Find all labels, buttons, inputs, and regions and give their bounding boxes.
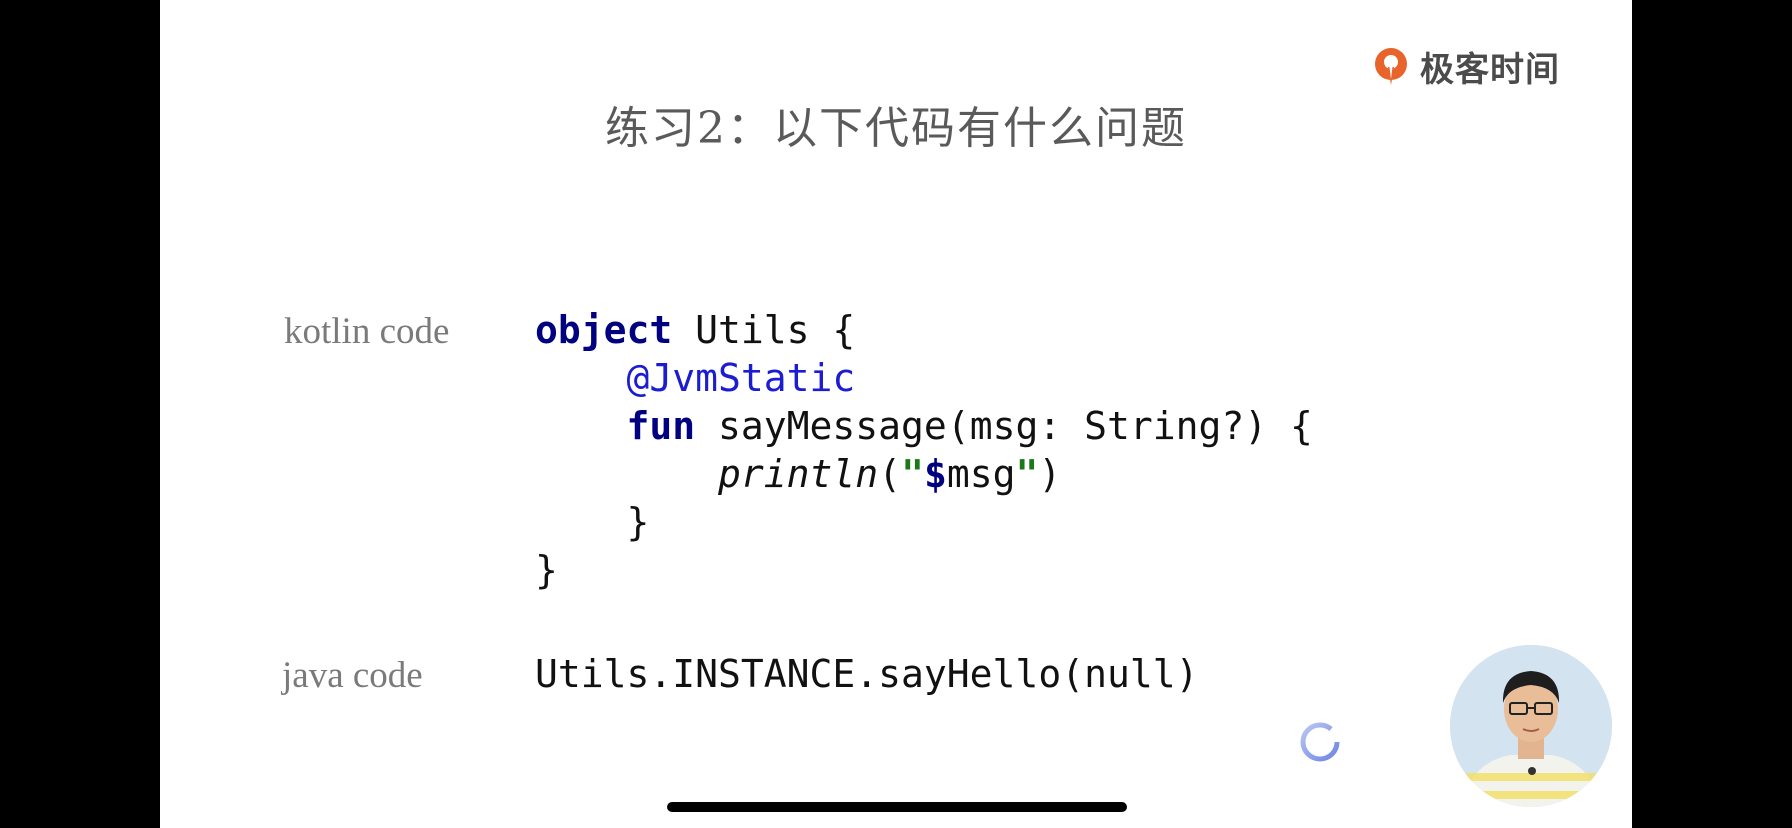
function-println: println	[718, 452, 879, 496]
presenter-video[interactable]	[1450, 645, 1612, 807]
code-text: (	[878, 452, 902, 496]
loading-spinner-icon	[1300, 722, 1340, 762]
kotlin-code-block: object Utils { @JvmStatic fun sayMessage…	[535, 306, 1313, 594]
presenter-figure	[1450, 645, 1612, 807]
kotlin-code-label: kotlin code	[284, 311, 450, 352]
code-line-1: object Utils {	[535, 306, 1313, 354]
keyword-object: object	[535, 308, 673, 352]
code-text: )	[1038, 452, 1062, 496]
keyword-fun: fun	[626, 404, 696, 448]
code-line-2: @JvmStatic	[535, 354, 1313, 402]
code-line-5: }	[535, 498, 1313, 546]
template-dollar: $	[923, 452, 947, 496]
string-quote: "	[1015, 452, 1039, 496]
video-player[interactable]: 极客时间 练习2：以下代码有什么问题 kotlin code object Ut…	[0, 0, 1792, 828]
code-line-4: println("$msg")	[535, 450, 1313, 498]
template-variable: msg	[946, 452, 1016, 496]
code-line-1: Utils.INSTANCE.sayHello(null)	[535, 652, 1199, 696]
code-line-3: fun sayMessage(msg: String?) {	[535, 402, 1313, 450]
annotation-jvmstatic: @JvmStatic	[626, 356, 856, 400]
geekbang-logo-icon	[1375, 48, 1407, 85]
java-code-block: Utils.INSTANCE.sayHello(null)	[535, 650, 1198, 698]
code-text: }	[535, 548, 558, 592]
code-text: }	[626, 500, 650, 544]
logo-text: 极客时间	[1420, 49, 1560, 90]
slide-title: 练习2：以下代码有什么问题	[605, 103, 1187, 154]
home-indicator[interactable]	[667, 802, 1127, 812]
java-code-label: java code	[282, 655, 423, 696]
code-text: sayMessage(msg: String?) {	[695, 404, 1313, 448]
code-text: Utils {	[672, 308, 856, 352]
string-quote: "	[901, 452, 924, 496]
brand-logo: 极客时间	[1370, 36, 1560, 96]
slide: 极客时间 练习2：以下代码有什么问题 kotlin code object Ut…	[160, 0, 1632, 828]
code-line-6: }	[535, 546, 1313, 594]
